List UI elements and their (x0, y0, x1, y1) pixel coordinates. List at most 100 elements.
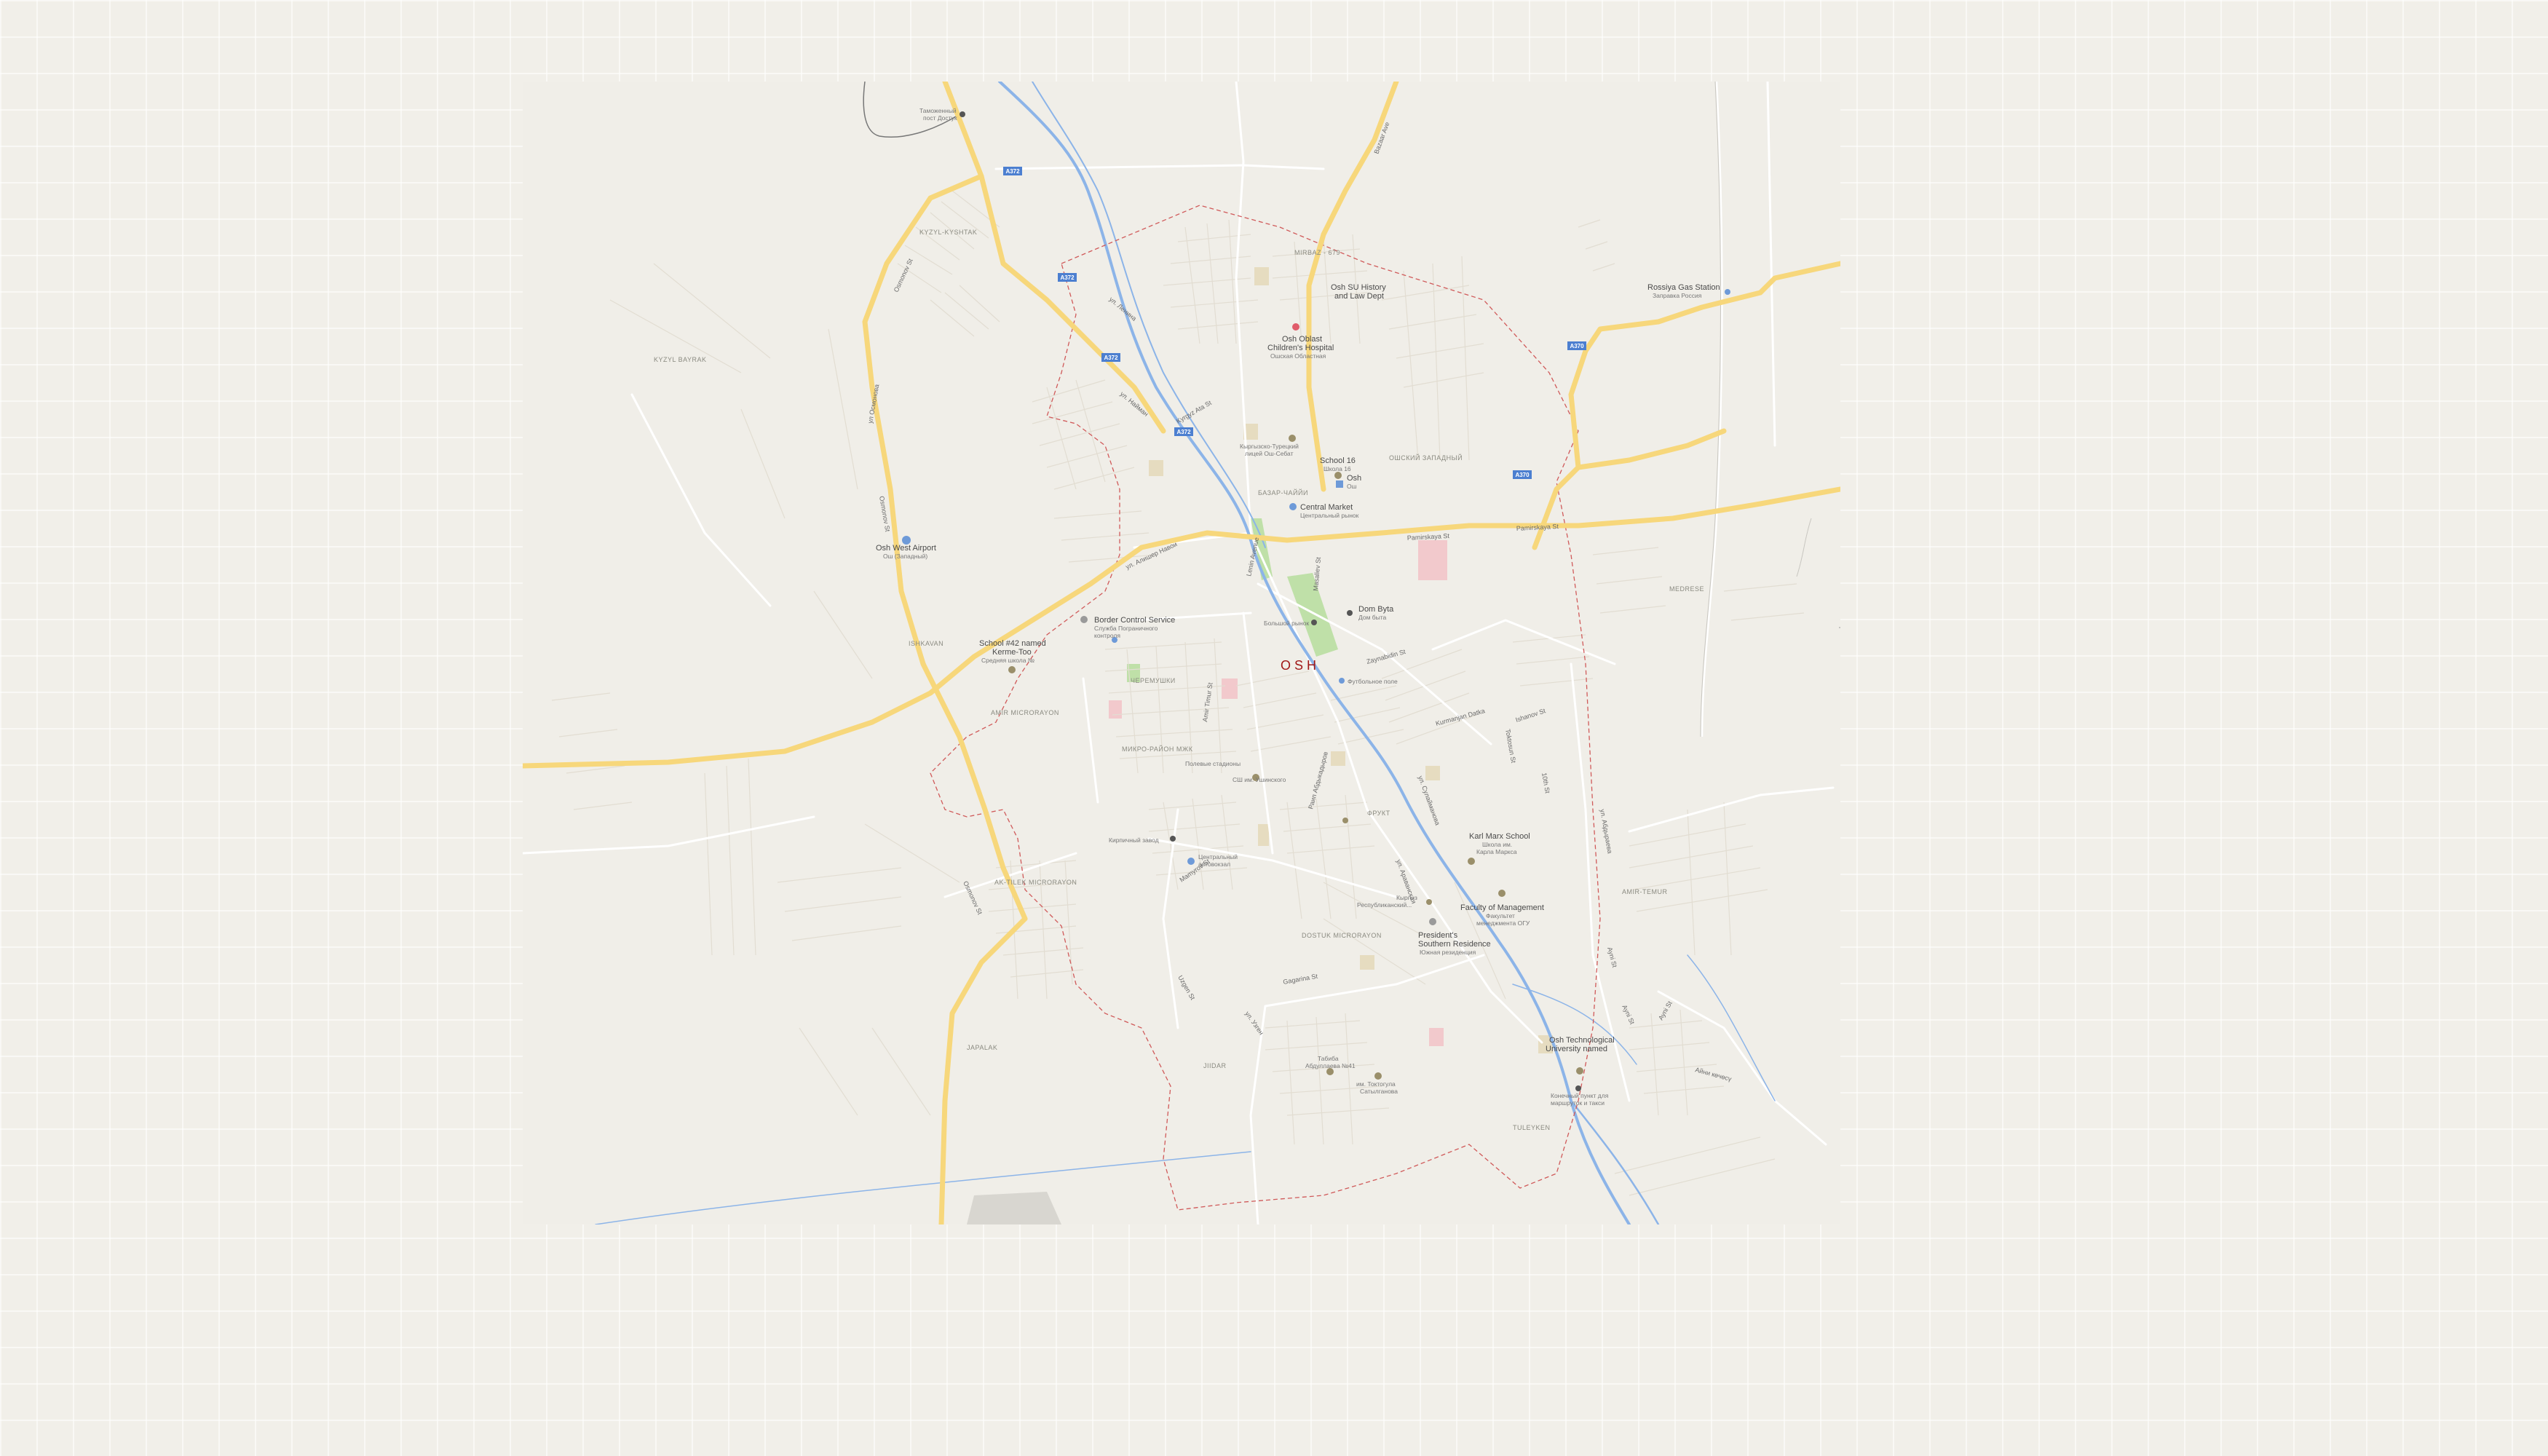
district-label: AMIR MICRORAYON (991, 709, 1059, 716)
route-shield: A370 (1567, 341, 1586, 350)
poi-label: Osh Oblast (1282, 335, 1322, 344)
district-label: ОШСКИЙ ЗАПАДНЫЙ (1389, 454, 1463, 462)
district-label: МИКРО-РАЙОН МЖК (1122, 745, 1193, 753)
district-label: MEDRESE (1669, 585, 1704, 593)
route-shield: A372 (1101, 353, 1120, 362)
poi-sublabel: Абдуллаева №41 (1305, 1062, 1356, 1069)
factory-icon[interactable] (1170, 836, 1176, 842)
hospital-area (1418, 540, 1447, 580)
district-label: TULEYKEN (1513, 1124, 1551, 1131)
poi-label: School 16 (1320, 456, 1356, 465)
poi-label: Rossiya Gas Station (1647, 283, 1720, 292)
bus-station-icon[interactable] (1187, 858, 1195, 865)
campus-area (1360, 955, 1374, 970)
poi-sublabel: Конечный пункт для (1551, 1092, 1609, 1099)
clinic-icon[interactable] (1426, 899, 1432, 905)
poi-sublabel: Служба Пограничного (1094, 625, 1158, 632)
poi-sublabel: Южная резиденция (1420, 949, 1476, 956)
poi-sublabel: Ошская Областная (1270, 352, 1326, 360)
industrial-area (967, 1192, 1061, 1224)
hospital-icon[interactable] (1292, 323, 1299, 331)
map-panel[interactable]: A372 A372 A372 A372 A370 A370 OSH KYZYL-… (523, 82, 1840, 1224)
district-label: KYZYL-KYSHTAK (919, 229, 977, 236)
poi-sublabel: Ош (Западный) (883, 553, 927, 560)
market-icon[interactable] (1311, 620, 1317, 625)
school-icon[interactable] (1289, 435, 1296, 442)
poi-label: Central Market (1300, 503, 1353, 512)
school-icon[interactable] (1374, 1072, 1382, 1080)
svg-text:A372: A372 (1060, 274, 1075, 281)
map-background (523, 82, 1840, 1224)
campus-area (1149, 460, 1163, 476)
svg-text:A372: A372 (1104, 355, 1118, 361)
svg-text:A372: A372 (1005, 168, 1020, 175)
poi-label: School #42 named (979, 639, 1046, 648)
campus-area (1258, 824, 1269, 846)
border-control-icon[interactable] (1080, 616, 1088, 623)
osh-street-map[interactable]: A372 A372 A372 A372 A370 A370 OSH KYZYL-… (523, 82, 1840, 1224)
district-label: ЧЕРЕМУШКИ (1131, 677, 1176, 684)
route-shield: A370 (1513, 470, 1532, 479)
poi-sublabel: Кирпичный завод (1109, 836, 1159, 844)
school-icon[interactable] (1468, 858, 1475, 865)
university-icon[interactable] (1576, 1067, 1583, 1075)
poi-sublabel: Школа им. (1482, 841, 1512, 848)
poi-sublabel: Сатылганова (1360, 1088, 1398, 1095)
poi-label: University named (1546, 1045, 1607, 1053)
poi-sublabel: маршруток и такси (1551, 1099, 1605, 1107)
school-icon[interactable] (1008, 666, 1016, 673)
hotel-icon[interactable] (1336, 480, 1343, 488)
poi-label: Osh West Airport (876, 544, 936, 553)
district-label: AK-TILEK MICRORAYON (994, 879, 1077, 886)
poi-sublabel: Центральный рынок (1300, 512, 1359, 519)
poi-label: Children's Hospital (1267, 344, 1334, 352)
campus-area (1425, 766, 1440, 780)
district-label: MIRBAZ - 679 (1294, 249, 1340, 256)
poi-label: Kerme-Too (992, 648, 1032, 657)
poi-sublabel: Таможенный (919, 107, 957, 114)
shop-icon[interactable] (1347, 610, 1353, 616)
campus-area (1254, 267, 1269, 285)
district-label: KYZYL BAYRAK (654, 356, 707, 363)
poi-sublabel: Ош (1347, 483, 1357, 490)
district-label: ФРУКТ (1367, 810, 1390, 817)
route-shield: A372 (1003, 167, 1022, 175)
poi-sublabel: Карла Маркса (1476, 848, 1517, 855)
poi-sublabel: Полевые стадионы (1185, 760, 1241, 767)
poi-label: Dom Byta (1358, 605, 1394, 614)
stadium-icon[interactable] (1339, 678, 1345, 684)
poi-sublabel: Школа 16 (1324, 465, 1351, 472)
poi-sublabel: Кыргызско-Турецкий (1240, 443, 1299, 450)
poi-sublabel: Средняя школа № (981, 657, 1034, 664)
customs-icon[interactable] (960, 111, 965, 117)
poi-label: and Law Dept (1334, 292, 1384, 301)
market-icon[interactable] (1289, 503, 1297, 510)
poi-sublabel: лицей Ош-Себат (1245, 450, 1294, 457)
poi-sublabel: Футбольное поле (1348, 678, 1398, 685)
poi-label: Karl Marx School (1469, 832, 1530, 841)
svg-text:A372: A372 (1176, 429, 1191, 435)
city-label: OSH (1281, 658, 1320, 673)
school-icon[interactable] (1498, 890, 1506, 897)
poi-label: Southern Residence (1418, 940, 1491, 949)
district-label: JIIDAR (1203, 1062, 1227, 1069)
route-shield: A372 (1174, 427, 1193, 436)
poi-sublabel: СШ им. Ушинского (1233, 776, 1286, 783)
poi-label: Border Control Service (1094, 616, 1175, 625)
hospital-area (1222, 678, 1238, 699)
bus-stop-icon[interactable] (1575, 1085, 1581, 1091)
poi-sublabel: Факультет (1486, 912, 1515, 919)
poi-label: Osh SU History (1331, 283, 1386, 292)
poi-sublabel: менеджмента ОГУ (1476, 919, 1530, 927)
government-icon[interactable] (1429, 918, 1436, 925)
gas-station-icon[interactable] (1725, 289, 1730, 295)
district-label: DOSTUK MICRORAYON (1302, 932, 1382, 939)
school-icon[interactable] (1342, 818, 1348, 823)
poi-label: Osh (1347, 474, 1361, 483)
poi-sublabel: им. Токтогула (1356, 1080, 1396, 1088)
poi-sublabel: Заправка Россия (1653, 292, 1702, 299)
district-label: ISHKAVAN (909, 640, 943, 647)
poi-label: Osh Technological (1549, 1036, 1615, 1045)
school-icon[interactable] (1334, 472, 1342, 479)
svg-text:A370: A370 (1515, 472, 1530, 478)
